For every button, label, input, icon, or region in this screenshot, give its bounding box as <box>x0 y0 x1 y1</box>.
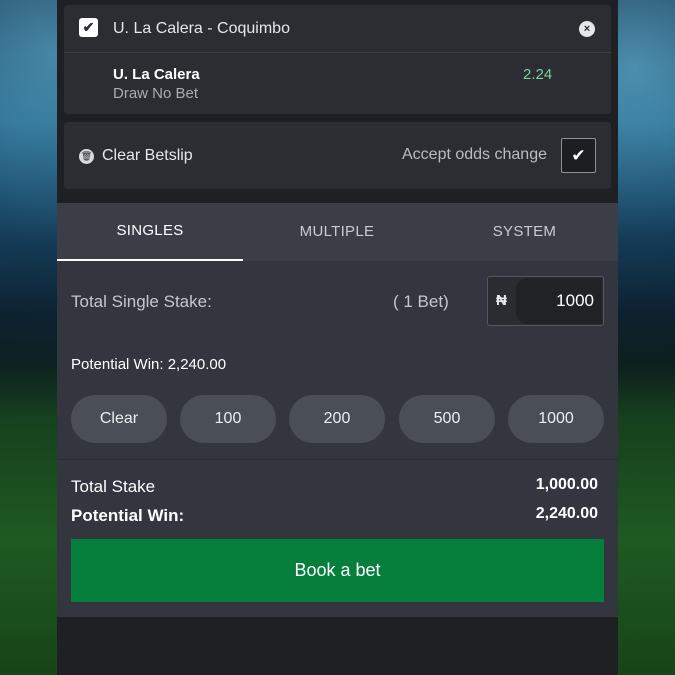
betslip-actions-card: 🗑 Clear Betslip Accept odds change ✔ <box>64 122 611 189</box>
selection-team: U. La Calera <box>113 66 200 83</box>
quick-stake-100-button[interactable]: 100 <box>180 395 276 443</box>
stake-input[interactable] <box>516 278 602 324</box>
total-stake-value: 1,000.00 <box>535 476 598 493</box>
stake-section: Total Single Stake: ( 1 Bet) ₦ Potential… <box>57 261 618 459</box>
potential-win-line: Potential Win: 2,240.00 <box>71 356 227 373</box>
selection-checkbox-icon[interactable]: ✔ <box>79 18 98 37</box>
bets-count: ( 1 Bet) <box>393 292 449 311</box>
quick-stake-1000-button[interactable]: 1000 <box>508 395 604 443</box>
bet-summary: Total Stake 1,000.00 Potential Win: 2,24… <box>57 460 618 617</box>
card-divider <box>64 52 611 53</box>
quick-stake-clear-button[interactable]: Clear <box>71 395 167 443</box>
accept-odds-label: Accept odds change <box>402 146 547 163</box>
book-bet-button[interactable]: Book a bet <box>71 539 604 602</box>
selection-odds: 2.24 <box>523 66 553 83</box>
potential-win-label: Potential Win: <box>71 506 185 525</box>
tab-singles[interactable]: SINGLES <box>57 203 243 261</box>
clear-betslip-button[interactable]: Clear Betslip <box>102 147 193 165</box>
potential-win-value: 2,240.00 <box>535 505 598 522</box>
tab-system[interactable]: SYSTEM <box>431 203 618 261</box>
quick-stake-500-button[interactable]: 500 <box>399 395 495 443</box>
stake-input-wrapper: ₦ <box>487 276 604 326</box>
bet-selection-card: ✔ U. La Calera - Coquimbo × U. La Calera… <box>64 5 611 114</box>
event-title: U. La Calera - Coquimbo <box>113 20 290 37</box>
remove-selection-icon[interactable]: × <box>579 21 595 37</box>
trash-icon[interactable]: 🗑 <box>79 149 94 164</box>
bet-type-tabs: SINGLES MULTIPLE SYSTEM <box>57 203 618 261</box>
quick-stake-200-button[interactable]: 200 <box>289 395 385 443</box>
selection-market: Draw No Bet <box>113 85 199 102</box>
total-stake-label: Total Stake <box>71 477 156 496</box>
tab-multiple[interactable]: MULTIPLE <box>243 203 431 261</box>
naira-currency-icon: ₦ <box>496 292 507 309</box>
accept-odds-checkbox[interactable]: ✔ <box>561 138 596 173</box>
total-single-stake-label: Total Single Stake: <box>71 292 212 311</box>
